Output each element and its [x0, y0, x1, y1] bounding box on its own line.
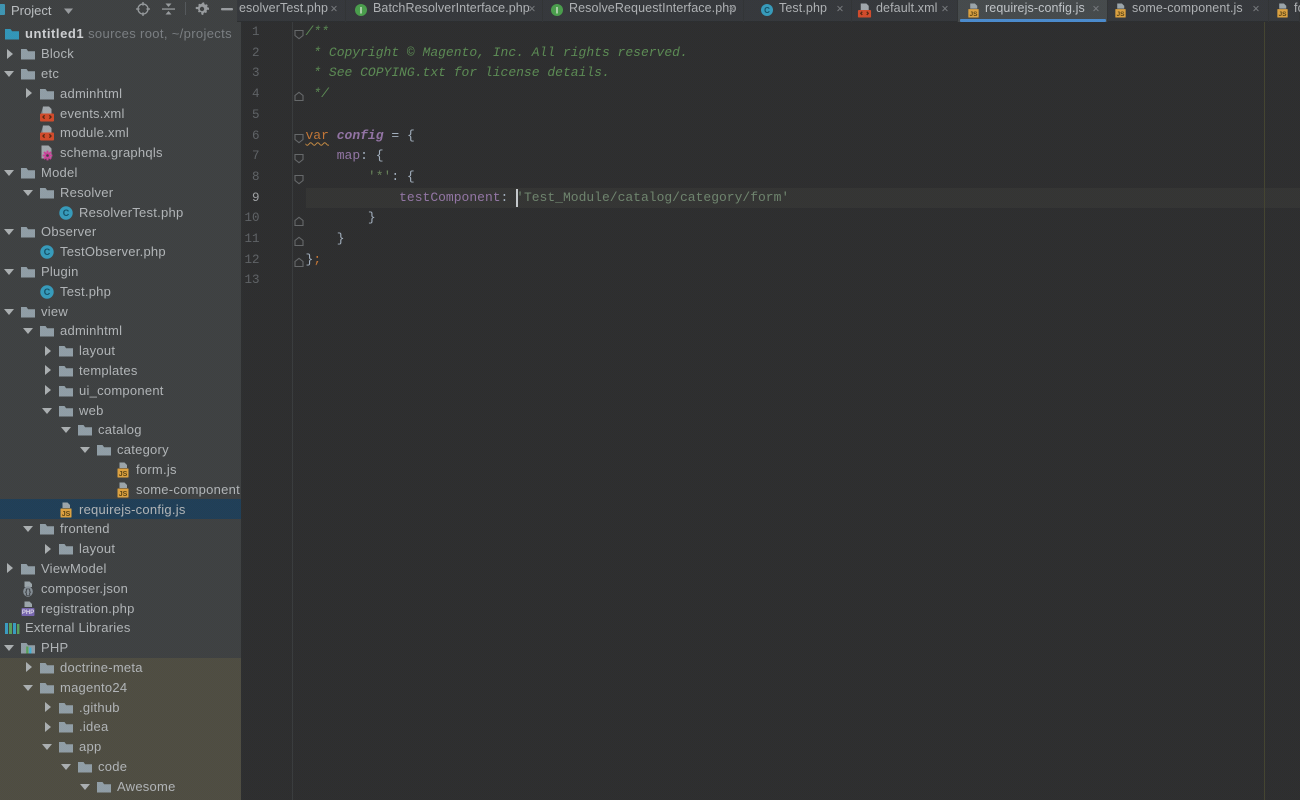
- svg-text:I: I: [360, 5, 363, 15]
- svg-text:JS: JS: [119, 471, 128, 478]
- svg-text:C: C: [44, 247, 51, 257]
- svg-text:JS: JS: [62, 510, 71, 517]
- svg-text:PHP: PHP: [22, 610, 34, 616]
- svg-text:JS: JS: [1278, 10, 1287, 17]
- svg-text:C: C: [63, 208, 70, 218]
- svg-text:JS: JS: [119, 491, 128, 498]
- svg-text:JS: JS: [1116, 10, 1125, 17]
- svg-text:JS: JS: [969, 10, 978, 17]
- svg-text:C: C: [44, 287, 51, 297]
- svg-text:C: C: [764, 6, 770, 15]
- svg-text:I: I: [556, 5, 559, 15]
- svg-text:{}: {}: [25, 586, 32, 596]
